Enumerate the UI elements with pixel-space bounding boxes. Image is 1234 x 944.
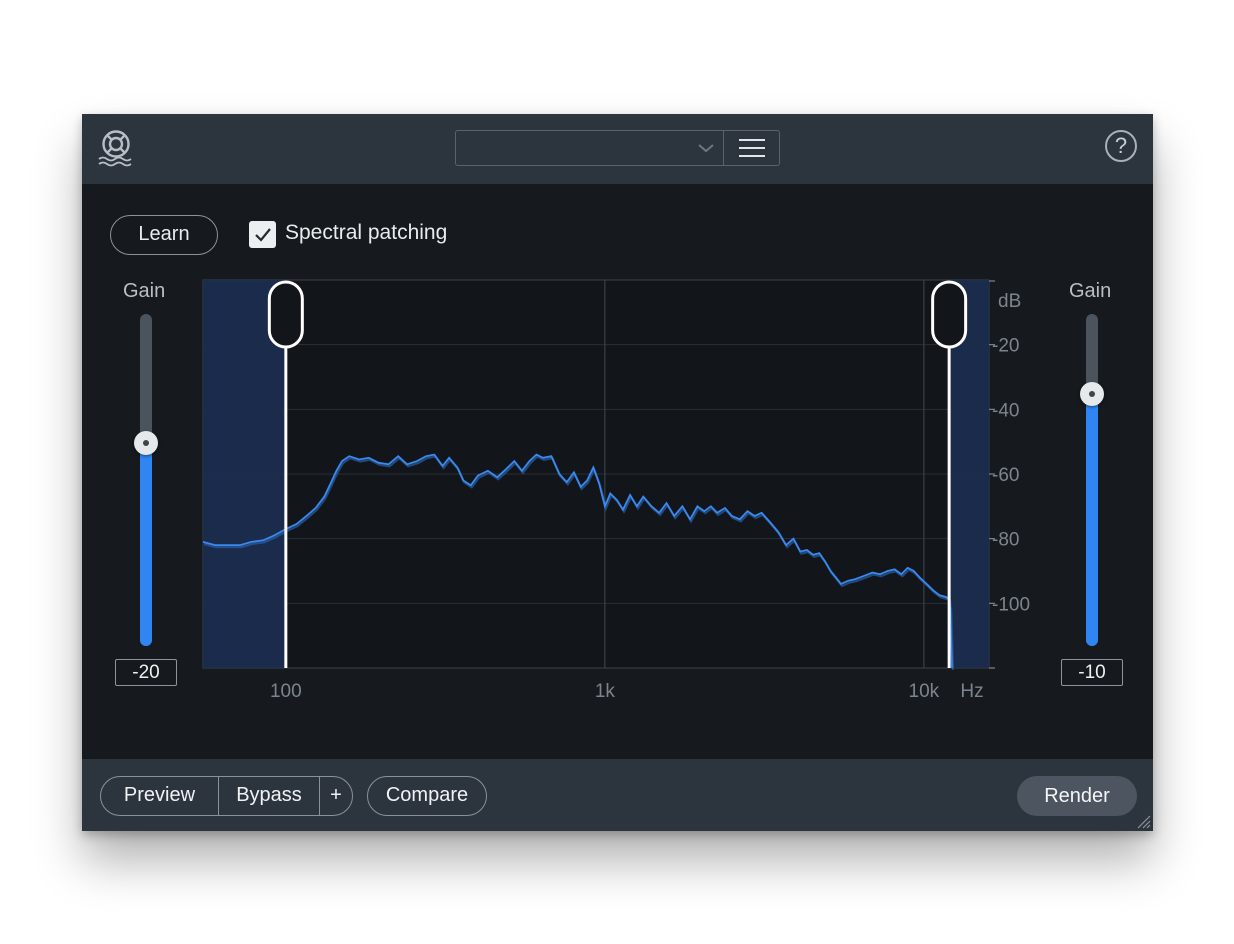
y-tick-label: -60	[992, 465, 1019, 486]
y-tick-label: -40	[992, 400, 1019, 421]
compare-button[interactable]: Compare	[367, 776, 487, 816]
right-gain-value-field[interactable]: -10	[1061, 659, 1123, 686]
left-gain-fader-fill	[140, 443, 152, 646]
resize-grip-icon[interactable]	[1135, 813, 1151, 829]
top-bar: ?	[82, 114, 1153, 184]
bottom-bar: Preview Bypass + Compare Render	[82, 759, 1153, 831]
spectral-patching-label: Spectral patching	[285, 221, 448, 244]
plus-button[interactable]: +	[320, 777, 352, 815]
right-gain-fader-thumb[interactable]	[1080, 381, 1104, 406]
help-icon: ?	[1114, 133, 1128, 158]
left-gain-value-field[interactable]: -20	[115, 659, 177, 686]
learn-button[interactable]: Learn	[110, 215, 218, 255]
left-gain-label: Gain	[123, 280, 166, 302]
left-gain-fader-thumb[interactable]	[134, 431, 158, 456]
x-tick-label: 10k	[909, 681, 940, 702]
bypass-button[interactable]: Bypass	[219, 777, 320, 815]
hamburger-menu-icon	[738, 139, 765, 157]
checkmark-icon	[254, 227, 271, 242]
spectrum-plot[interactable]: dB -20 -40 -60 -80 -100 100 1k 10k Hz	[202, 279, 1032, 709]
preview-button[interactable]: Preview	[101, 777, 219, 815]
y-tick-label: -80	[992, 530, 1019, 551]
main-panel: Learn Spectral patching Gain -20 Gain -1…	[82, 184, 1153, 759]
x-tick-label: 100	[270, 681, 302, 702]
preview-bypass-group: Preview Bypass +	[100, 776, 353, 816]
preset-dropdown[interactable]	[456, 131, 724, 165]
x-tick-label: 1k	[595, 681, 616, 702]
right-gain-fader-track[interactable]	[1086, 314, 1098, 646]
y-tick-label: -20	[992, 336, 1019, 357]
preset-menu-button[interactable]	[724, 131, 779, 165]
chevron-down-icon	[698, 144, 714, 153]
right-gain-fader-fill	[1086, 393, 1098, 646]
right-gain-label: Gain	[1069, 280, 1112, 302]
spectral-patching-checkbox[interactable]	[249, 221, 276, 248]
preset-selector	[455, 130, 780, 166]
help-button[interactable]: ?	[1105, 130, 1137, 162]
plugin-window: ? Learn Spectral patching Gain -20 Gain …	[82, 114, 1153, 831]
lifebuoy-icon[interactable]	[96, 128, 136, 168]
cut-handle-grip	[931, 280, 968, 349]
x-axis-unit-label: Hz	[960, 681, 983, 702]
y-axis-unit-label: dB	[998, 291, 1021, 312]
render-button[interactable]: Render	[1017, 776, 1137, 816]
left-gain-fader-track[interactable]	[140, 314, 152, 646]
y-tick-label: -100	[992, 594, 1030, 615]
cut-handle-grip	[267, 280, 304, 349]
